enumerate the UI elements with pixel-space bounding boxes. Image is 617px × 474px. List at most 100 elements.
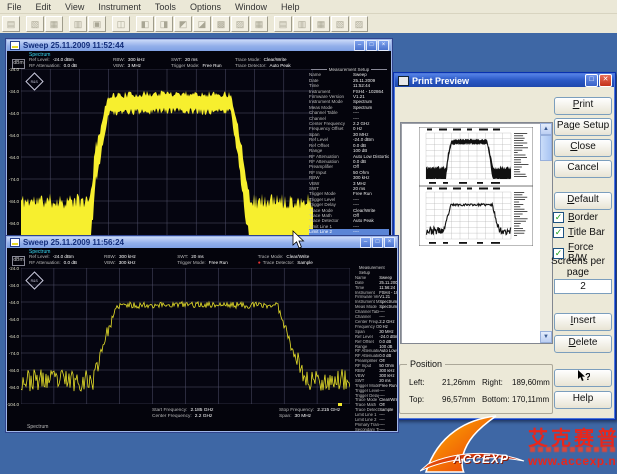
settings-icon[interactable]: ▨ [350,16,368,32]
window2-minimize-button[interactable]: – [360,237,371,248]
preview-screen-1 [419,127,533,186]
save-icon[interactable]: ▦ [45,16,63,32]
toolbar: ▤▧▦▥▣◫◧◨◩◪▩▨▦▤▥▦▧▨ [0,14,617,34]
window1-titlebar[interactable]: Sweep 25.11.2009 11:52:44 – □ × [7,40,391,51]
y-tick-label: -64.0 [9,334,19,339]
screenshot-icon[interactable]: ◨ [155,16,173,32]
y-axis-labels: -24.0-34.0-44.0-54.0-64.0-74.0-84.0-94.0… [7,69,20,238]
menu-item-options[interactable]: Options [183,2,228,12]
dataset-icon[interactable]: ◪ [193,16,211,32]
checkbox-title-bar[interactable]: ✓Title Bar [553,227,605,238]
position-group: Position Left: 21,26mm Right: 189,60mm T… [399,364,553,414]
setting-trace-mode: Trace Mode:Clear/Write [235,57,385,62]
setting-trigger-mode: Trigger Mode:Free Run [171,63,235,68]
amplitude-icon: dBm [12,256,25,266]
y-tick-label: -84.0 [9,368,19,373]
window2-content: Spectrum dBm Ref Level:-24.0 dBmRBW:300 … [7,248,397,431]
dialog-titlebar[interactable]: Print Preview □ ✕ [395,74,614,87]
vendor-logo: ACCEXP 艾克赛普 www.accexp.net [420,414,617,474]
y-tick-label: -54.0 [9,317,19,322]
trace-capture-icon[interactable]: ◩ [174,16,192,32]
menu-item-file[interactable]: File [0,2,29,12]
setting-trace-detector: ●Trace Detector:Sample [258,260,395,266]
preview-scrollbar[interactable]: ▲ ▼ [540,123,552,343]
sweep-window-2: Sweep 25.11.2009 11:56:24 – □ × Spectrum… [5,235,399,433]
table-row-secondary-transducer[interactable]: Secondary Transducer---- [355,428,397,431]
remote-display-icon[interactable]: ▨ [231,16,249,32]
spectrum-tab[interactable]: Spectrum [27,424,48,430]
menu-item-instrument[interactable]: Instrument [91,2,148,12]
sweep-window-icon [10,238,20,247]
logo-brand-text: ACCEXP [453,452,509,466]
save-dataset-icon[interactable]: ▦ [250,16,268,32]
sweep-window-1: Sweep 25.11.2009 11:52:44 – □ × Spectrum… [5,38,393,240]
window2-maximize-button[interactable]: □ [372,237,383,248]
y-tick-label: -24.0 [9,67,19,72]
open-icon[interactable]: ▧ [26,16,44,32]
setting-rf-attenuation: RF Attenuation:0.0 dB [29,63,113,68]
menu-item-window[interactable]: Window [228,2,274,12]
window1-maximize-button[interactable]: □ [366,40,377,51]
logo-tagline-blurred [530,447,616,452]
y-tick-label: -74.0 [9,177,19,182]
y-tick-label: -94.0 [9,385,19,390]
menu-item-tools[interactable]: Tools [148,2,183,12]
help-button[interactable]: Help [554,391,612,409]
print-icon[interactable]: ▥ [69,16,87,32]
help-cursor-icon: ? [576,370,590,382]
accexp-logo-icon [420,414,525,474]
window2-close-button[interactable]: × [384,237,395,248]
measurement-setup-table-1: Measurement SetupNameSweepDate25.11.2009… [309,67,389,238]
window1-minimize-button[interactable]: – [354,40,365,51]
copy-icon[interactable]: ◫ [112,16,130,32]
menu-item-edit[interactable]: Edit [29,2,59,12]
window1-close-button[interactable]: × [378,40,389,51]
setting-vbw: VBW:3 MHz [113,63,171,68]
menu-item-help[interactable]: Help [274,2,307,12]
screens-per-page-value[interactable]: 2 [554,279,612,294]
scroll-down-arrow-icon[interactable]: ▼ [540,331,552,343]
print-preview-icon[interactable]: ▣ [88,16,106,32]
window2-titlebar[interactable]: Sweep 25.11.2009 11:56:24 – □ × [7,237,397,248]
y-tick-label: -34.0 [9,89,19,94]
instrument-sync-icon[interactable]: ▩ [212,16,230,32]
print-button[interactable]: Print [554,97,612,115]
page-setup-button[interactable]: Page Setup [554,118,612,136]
default-button[interactable]: Default [554,192,612,210]
insert-button[interactable]: Insert [554,313,612,331]
menu-bar: FileEditViewInstrumentToolsOptionsWindow… [0,0,617,14]
y-tick-label: -74.0 [9,351,19,356]
close-button[interactable]: Close [554,139,612,157]
position-top-value: 96,57mm [442,395,475,404]
connect-icon[interactable]: ◧ [136,16,154,32]
dialog-close-button[interactable]: ✕ [599,74,612,87]
new-icon[interactable]: ▤ [2,16,20,32]
y-tick-label: -44.0 [9,300,19,305]
table-row-limit-line-2[interactable]: Limit Line 2---- [309,229,389,234]
position-left-value: 21,26mm [442,378,475,387]
delete-button[interactable]: Delete [554,335,612,353]
checkmark-icon: ✓ [553,227,564,238]
mouse-cursor [292,230,305,249]
print-preview-dialog: Print Preview □ ✕ ▲ ▼ Print Page Setup [393,72,616,420]
y-axis-labels: -24.0-34.0-44.0-54.0-64.0-74.0-84.0-94.0… [7,268,20,404]
menu-item-view[interactable]: View [58,2,91,12]
scrollbar-thumb[interactable] [540,135,552,161]
svg-text:?: ? [585,372,590,382]
marker-icon[interactable]: ▤ [274,16,292,32]
dialog-title: Print Preview [412,76,584,86]
limits-icon[interactable]: ▥ [293,16,311,32]
setting-swt: SWT:20 ms [171,57,235,62]
y-tick-label: -84.0 [9,199,19,204]
transducer-icon[interactable]: ▧ [331,16,349,32]
dialog-maximize-button[interactable]: □ [585,74,598,87]
checkbox-force-b-w[interactable]: ✓Force B/W [553,242,615,264]
sweep-marker [338,403,342,406]
window2-title: Sweep 25.11.2009 11:56:24 [23,238,360,247]
context-help-button[interactable]: ? [554,369,612,387]
cancel-button[interactable]: Cancel [554,160,612,178]
frequency-axis-right: Stop Frequency:2.215 GHz Span:30 MHz [279,408,340,419]
checkbox-border[interactable]: ✓Border [553,212,598,223]
channel-table-icon[interactable]: ▦ [312,16,330,32]
scroll-up-arrow-icon[interactable]: ▲ [540,123,552,135]
